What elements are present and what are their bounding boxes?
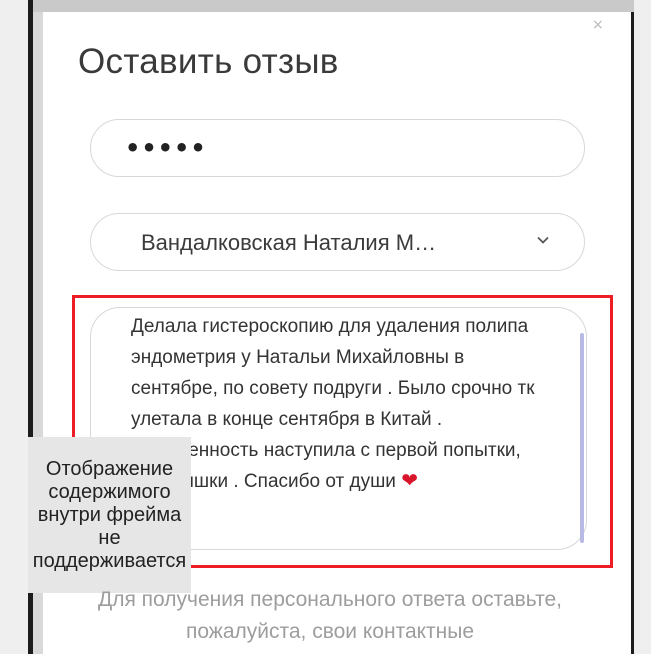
frame-not-supported-notice: Отображение содержимого внутри фрейма не… — [28, 437, 191, 593]
right-background — [634, 0, 651, 654]
modal-title: Оставить отзыв — [78, 42, 339, 81]
close-icon[interactable]: × — [592, 18, 604, 32]
browser-top-bar — [0, 0, 651, 12]
password-field[interactable]: ••••• — [90, 119, 585, 177]
doctor-select-value: Вандалковская Наталия М… — [141, 230, 437, 255]
password-value: ••••• — [125, 134, 207, 162]
left-background — [0, 0, 28, 654]
chevron-down-icon — [537, 236, 549, 244]
modal-right-border — [631, 12, 634, 654]
doctor-select[interactable]: Вандалковская Наталия М… — [90, 213, 585, 271]
contact-hint-text: Для получения персонального ответа остав… — [97, 588, 562, 643]
